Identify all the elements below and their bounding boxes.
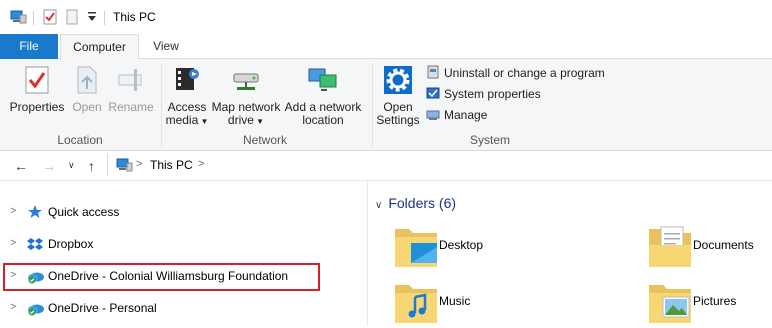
properties-icon: [8, 65, 66, 98]
title-bar: This PC: [0, 0, 772, 34]
folders-group-header[interactable]: ∨ Folders (6): [375, 195, 456, 211]
folder-documents[interactable]: Documents: [647, 221, 772, 271]
system-properties-icon: [426, 86, 440, 104]
access-media-button[interactable]: Access media ▼: [165, 65, 209, 128]
collapse-chevron-icon[interactable]: ∨: [375, 200, 382, 211]
folder-pictures[interactable]: Pictures: [647, 277, 772, 327]
onedrive-cloud-icon: [27, 300, 45, 319]
window-title: This PC: [113, 10, 156, 24]
desktop-folder-icon: [393, 221, 439, 272]
dropdown-arrow-icon: ▼: [253, 117, 265, 126]
folder-desktop[interactable]: Desktop: [393, 221, 593, 271]
network-drive-icon: [210, 65, 282, 98]
group-label-location: Location: [57, 133, 103, 147]
add-network-location-button[interactable]: Add a network location: [283, 65, 363, 127]
divider: [33, 11, 34, 25]
properties-quick-icon[interactable]: [43, 9, 57, 28]
group-label-network: Network: [242, 133, 287, 147]
uninstall-label: Uninstall or change a program: [444, 66, 605, 81]
back-arrow-icon[interactable]: ←: [14, 158, 28, 174]
address-bar[interactable]: > This PC >: [107, 154, 772, 176]
tab-computer[interactable]: Computer: [60, 34, 139, 59]
map-network-drive-button[interactable]: Map network drive ▼: [210, 65, 282, 128]
expand-chevron-icon[interactable]: >: [10, 301, 16, 313]
open-button[interactable]: Open: [68, 65, 106, 114]
star-icon: [27, 204, 43, 223]
expand-chevron-icon[interactable]: >: [10, 237, 16, 249]
properties-button[interactable]: Properties: [8, 65, 66, 114]
breadcrumb-chevron-icon[interactable]: >: [136, 158, 142, 170]
nav-label: Dropbox: [48, 237, 94, 251]
system-properties-button[interactable]: System properties: [426, 86, 541, 104]
group-label-system: System: [469, 133, 510, 147]
up-arrow-icon[interactable]: ↑: [88, 158, 95, 174]
folder-label: Music: [439, 294, 471, 308]
tab-file[interactable]: File: [0, 34, 58, 59]
settings-gear-icon: [376, 65, 420, 98]
rename-button[interactable]: Rename: [108, 65, 154, 114]
dropdown-arrow-icon: ▼: [198, 117, 209, 126]
folder-label: Desktop: [439, 238, 484, 252]
open-label: Open: [72, 100, 102, 114]
content-pane: ∨ Folders (6) Desktop Documents Music Pic…: [369, 181, 772, 326]
system-properties-label: System properties: [444, 87, 541, 102]
expand-chevron-icon[interactable]: >: [10, 205, 16, 217]
manage-button[interactable]: Manage: [426, 107, 487, 125]
new-folder-quick-icon[interactable]: [66, 9, 78, 28]
music-folder-icon: [393, 277, 439, 328]
folder-label: Documents: [693, 238, 754, 252]
nav-label: Quick access: [48, 205, 120, 219]
navigation-bar: ← → ∨ ↑ > This PC >: [0, 151, 772, 181]
add-location-label-2: location: [302, 113, 344, 127]
forward-arrow-icon[interactable]: →: [42, 158, 56, 174]
ribbon: Properties Open Rename Location Access m…: [0, 59, 772, 151]
open-settings-button[interactable]: Open Settings: [376, 65, 420, 127]
recent-locations-chevron-icon[interactable]: ∨: [68, 160, 75, 171]
properties-label: Properties: [9, 100, 65, 114]
rename-icon: [108, 65, 154, 98]
access-media-label-2: media: [165, 113, 199, 127]
open-icon: [68, 65, 106, 98]
computer-icon: [116, 158, 134, 175]
pictures-folder-icon: [647, 277, 693, 328]
uninstall-program-button[interactable]: Uninstall or change a program: [426, 65, 605, 83]
nav-item-dropbox[interactable]: > Dropbox: [0, 234, 368, 256]
breadcrumb-this-pc[interactable]: This PC: [150, 158, 193, 172]
computer-icon[interactable]: [10, 9, 28, 28]
nav-item-onedrive-personal[interactable]: > OneDrive - Personal: [0, 298, 368, 320]
manage-label: Manage: [444, 108, 488, 123]
nav-item-quick-access[interactable]: > Quick access: [0, 202, 368, 224]
ribbon-tabs: File Computer View: [0, 34, 772, 59]
customize-quick-access-icon[interactable]: [87, 11, 97, 26]
group-divider: [161, 63, 162, 147]
nav-label: OneDrive - Personal: [48, 301, 157, 315]
group-divider: [372, 63, 373, 147]
folder-music[interactable]: Music: [393, 277, 593, 327]
documents-folder-icon: [647, 221, 693, 272]
folder-label: Pictures: [693, 294, 737, 308]
navigation-pane: > Quick access > Dropbox > OneDrive - Co…: [0, 181, 368, 326]
media-icon: [165, 65, 209, 98]
divider: [104, 11, 105, 25]
network-location-icon: [283, 65, 363, 98]
map-drive-label-2: drive: [227, 113, 254, 127]
breadcrumb-chevron-icon[interactable]: >: [198, 158, 204, 170]
folders-header-label: Folders (6): [388, 195, 457, 211]
dropbox-icon: [27, 236, 43, 255]
manage-icon: [426, 107, 440, 125]
open-settings-label-2: Settings: [376, 113, 420, 127]
tab-view[interactable]: View: [140, 34, 192, 59]
rename-label: Rename: [108, 100, 154, 114]
highlight-annotation: [3, 263, 320, 291]
uninstall-icon: [426, 65, 440, 83]
